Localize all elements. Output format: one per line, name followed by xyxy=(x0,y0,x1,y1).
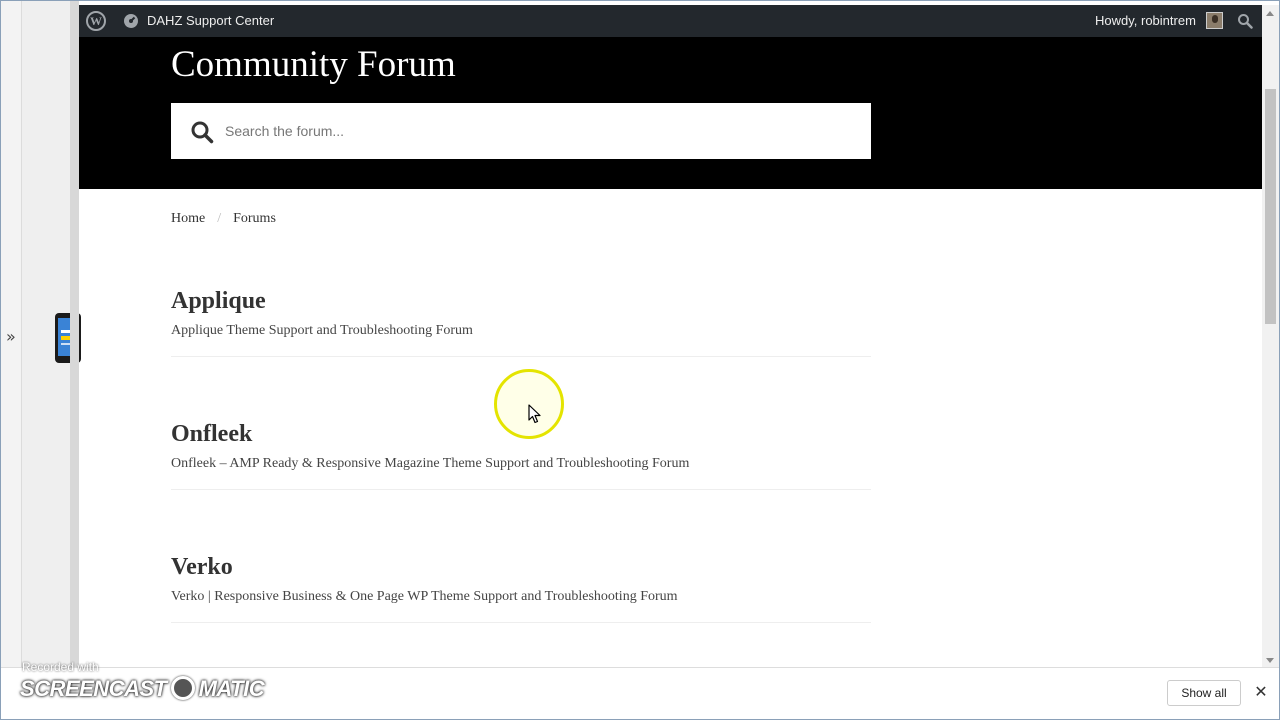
download-bar: Show all ✕ xyxy=(1,667,1279,720)
forum-title-link[interactable]: Applique xyxy=(171,286,871,316)
forum-description: Onfleek – AMP Ready & Responsive Magazin… xyxy=(171,456,690,471)
search-icon[interactable] xyxy=(1237,13,1253,29)
side-panel xyxy=(22,1,81,718)
avatar[interactable] xyxy=(1206,12,1223,29)
breadcrumb-home-link[interactable]: Home xyxy=(171,211,205,226)
scrollbar-thumb[interactable] xyxy=(1265,89,1276,324)
forum-description: Applique Theme Support and Troubleshooti… xyxy=(171,323,473,338)
forum-item-verko: Verko Verko | Responsive Business & One … xyxy=(171,552,871,623)
breadcrumb-current: Forums xyxy=(233,211,276,226)
site-name-link[interactable]: DAHZ Support Center xyxy=(147,13,274,28)
forum-search[interactable] xyxy=(171,103,871,159)
account-menu[interactable]: Howdy, robintrem xyxy=(1095,13,1196,28)
side-panel-divider[interactable] xyxy=(70,1,79,718)
search-icon xyxy=(191,121,214,144)
gauge-icon[interactable] xyxy=(123,13,139,29)
show-all-button[interactable]: Show all xyxy=(1167,680,1241,706)
breadcrumb-separator: / xyxy=(217,211,222,226)
forum-description: Verko | Responsive Business & One Page W… xyxy=(171,589,678,604)
admin-bar: W DAHZ Support Center Howdy, robintrem xyxy=(79,5,1262,37)
scroll-up-arrow-icon[interactable] xyxy=(1266,11,1274,16)
page-scrollbar[interactable] xyxy=(1262,5,1279,667)
close-icon[interactable]: ✕ xyxy=(1251,682,1271,702)
hero-banner: Community Forum xyxy=(79,37,1262,189)
breadcrumb: Home / Forums xyxy=(171,211,276,227)
wordpress-icon[interactable]: W xyxy=(86,11,106,31)
expand-chevron-icon[interactable]: » xyxy=(6,327,16,347)
page-title: Community Forum xyxy=(171,44,456,85)
forum-item-applique: Applique Applique Theme Support and Trou… xyxy=(171,286,871,357)
forum-title-link[interactable]: Verko xyxy=(171,552,871,582)
side-panel-toggle-strip[interactable]: » xyxy=(1,1,22,718)
scroll-down-arrow-icon[interactable] xyxy=(1266,658,1274,663)
forum-search-input[interactable] xyxy=(225,118,845,144)
mouse-cursor-icon xyxy=(528,404,541,424)
